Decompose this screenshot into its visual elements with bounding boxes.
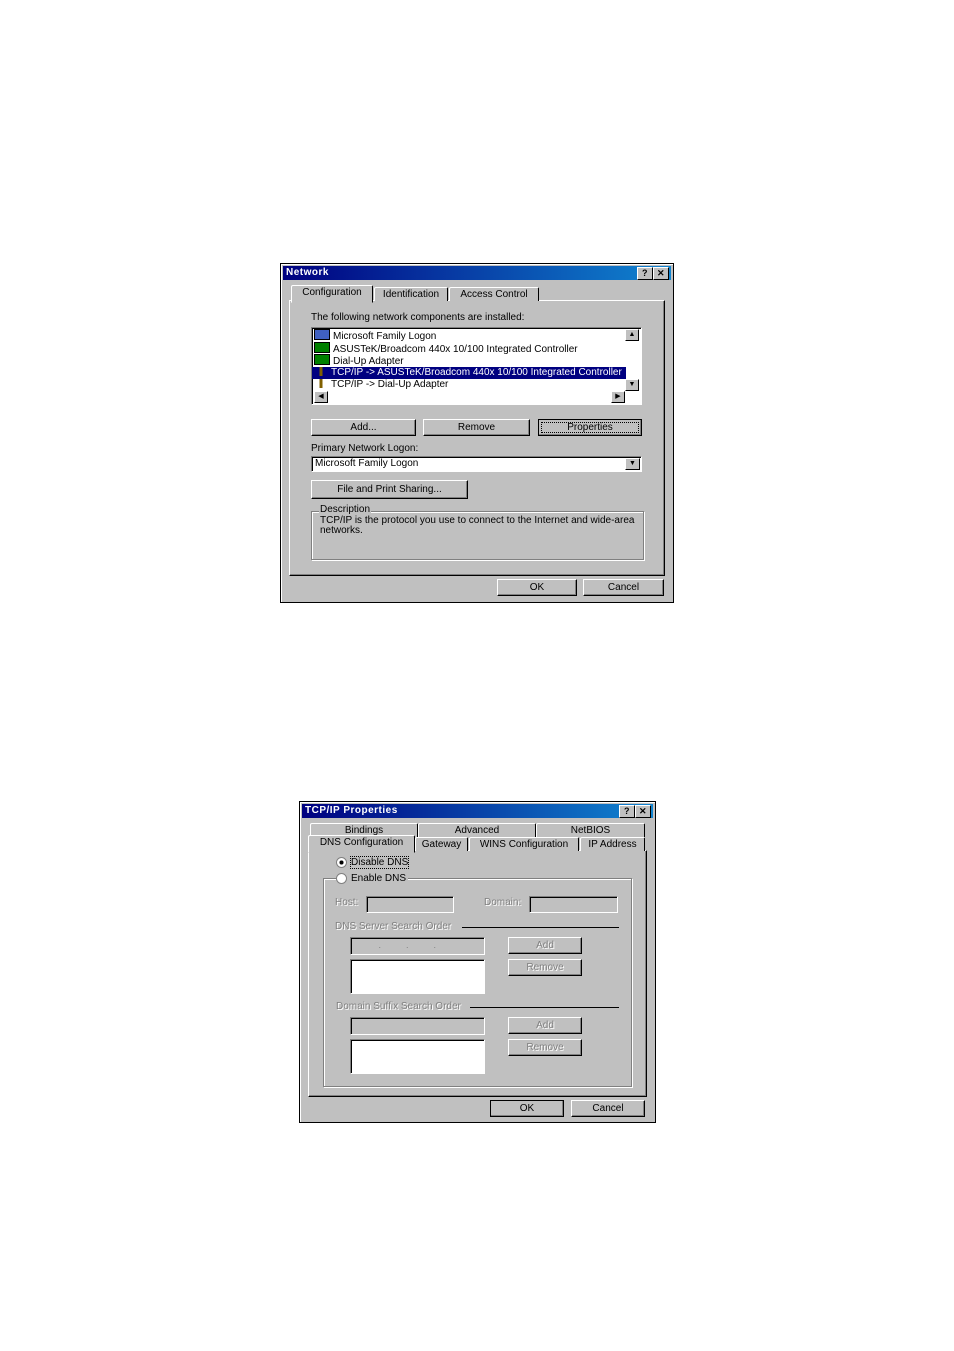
protocol-icon (314, 379, 328, 388)
dns-remove-button[interactable]: Remove (508, 959, 582, 976)
list-item[interactable]: Dial-Up Adapter (312, 354, 626, 367)
ok-button[interactable]: OK (497, 579, 577, 596)
enable-dns-label: Enable DNS (351, 873, 407, 884)
suffix-input[interactable] (350, 1017, 485, 1035)
radio-unselected-icon (336, 873, 347, 884)
enable-dns-radio[interactable]: Enable DNS (336, 873, 409, 884)
cancel-button[interactable]: Cancel (571, 1100, 645, 1117)
network-dialog: Network ? ✕ Configuration Identification… (280, 263, 674, 603)
suffix-remove-button[interactable]: Remove (508, 1039, 582, 1056)
description-label: Description (319, 504, 372, 515)
radio-selected-icon (336, 857, 347, 868)
tcpip-dialog: TCP/IP Properties ? ✕ Bindings Advanced … (299, 801, 656, 1123)
dns-server-ip-input[interactable]: . . . (350, 937, 485, 955)
list-item[interactable]: ASUSTeK/Broadcom 440x 10/100 Integrated … (312, 341, 626, 355)
description-text: TCP/IP is the protocol you use to connec… (320, 515, 635, 536)
list-item[interactable]: TCP/IP -> Dial-Up Adapter (312, 379, 626, 392)
dns-server-list[interactable] (350, 959, 485, 994)
close-button[interactable]: ✕ (653, 267, 669, 280)
domain-input[interactable] (529, 896, 618, 913)
tab-configuration[interactable]: Configuration (291, 285, 373, 303)
disable-dns-radio[interactable]: Disable DNS (336, 856, 410, 869)
tab-identification[interactable]: Identification (374, 287, 448, 301)
list-item[interactable]: Microsoft Family Logon (312, 329, 626, 342)
adapter-icon (314, 341, 330, 353)
primary-logon-label: Primary Network Logon: (311, 443, 419, 454)
tab-dns-configuration[interactable]: DNS Configuration (308, 835, 415, 853)
client-icon (314, 329, 330, 340)
primary-logon-value: Microsoft Family Logon (315, 458, 419, 469)
disable-dns-label: Disable DNS (349, 856, 410, 869)
list-item[interactable]: TCP/IP -> ASUSTeK/Broadcom 440x 10/100 I… (312, 366, 626, 379)
tab-wins-configuration[interactable]: WINS Configuration (469, 837, 579, 851)
dialog-title: Network (286, 267, 329, 278)
adapter-icon (314, 354, 330, 365)
file-print-sharing-button[interactable]: File and Print Sharing... (311, 480, 468, 499)
primary-logon-select[interactable]: Microsoft Family Logon ▼ (311, 456, 642, 472)
host-input[interactable] (366, 896, 454, 913)
help-button[interactable]: ? (637, 267, 653, 280)
dns-add-button[interactable]: Add (508, 937, 582, 954)
tab-netbios[interactable]: NetBIOS (536, 823, 645, 837)
list-item-label: TCP/IP -> Dial-Up Adapter (331, 379, 449, 390)
tab-advanced[interactable]: Advanced (418, 823, 536, 837)
components-list[interactable]: Microsoft Family Logon ASUSTeK/Broadcom 4… (311, 327, 642, 405)
cancel-button[interactable]: Cancel (583, 579, 664, 596)
list-item-label: Microsoft Family Logon (333, 331, 437, 342)
host-label: Host: (335, 897, 359, 908)
ok-button[interactable]: OK (490, 1100, 564, 1117)
dialog-title: TCP/IP Properties (305, 805, 398, 816)
scroll-left-button[interactable]: ◀ (314, 391, 328, 403)
suffix-add-button[interactable]: Add (508, 1017, 582, 1034)
remove-button[interactable]: Remove (423, 419, 530, 436)
add-button[interactable]: Add... (311, 419, 416, 436)
suffix-order-label: Domain Suffix Search Order (336, 1001, 461, 1012)
list-item-label: ASUSTeK/Broadcom 440x 10/100 Integrated … (333, 343, 578, 355)
properties-button[interactable]: Properties (538, 419, 642, 436)
protocol-icon (314, 366, 328, 376)
scroll-right-button[interactable]: ▶ (611, 391, 625, 403)
scroll-up-button[interactable]: ▲ (625, 329, 639, 341)
dns-order-label: DNS Server Search Order (335, 921, 452, 932)
divider (470, 1007, 619, 1008)
suffix-list[interactable] (350, 1039, 485, 1074)
scroll-down-button[interactable]: ▼ (625, 379, 639, 391)
tab-access-control[interactable]: Access Control (449, 287, 539, 301)
divider (462, 927, 619, 928)
tab-gateway[interactable]: Gateway (415, 837, 468, 851)
dropdown-arrow-icon[interactable]: ▼ (625, 458, 640, 470)
list-item-label: TCP/IP -> ASUSTeK/Broadcom 440x 10/100 I… (331, 366, 622, 378)
components-label: The following network components are ins… (311, 312, 525, 323)
domain-label: Domain: (484, 897, 522, 908)
help-button[interactable]: ? (619, 805, 635, 818)
network-title-bar: Network ? ✕ (283, 266, 671, 280)
close-button[interactable]: ✕ (635, 805, 651, 818)
tcpip-title-bar: TCP/IP Properties ? ✕ (302, 804, 653, 818)
list-item-label: Dial-Up Adapter (333, 356, 404, 367)
tab-ip-address[interactable]: IP Address (580, 837, 645, 851)
